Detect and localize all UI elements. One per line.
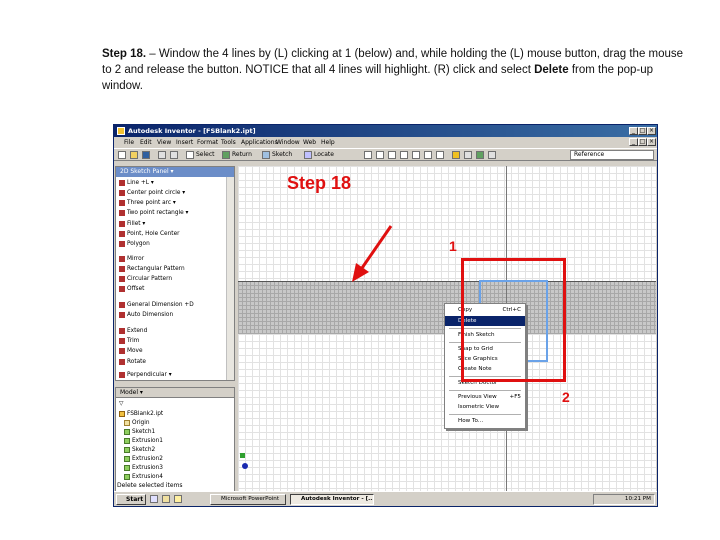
pointer-arrow-icon [352,225,393,282]
